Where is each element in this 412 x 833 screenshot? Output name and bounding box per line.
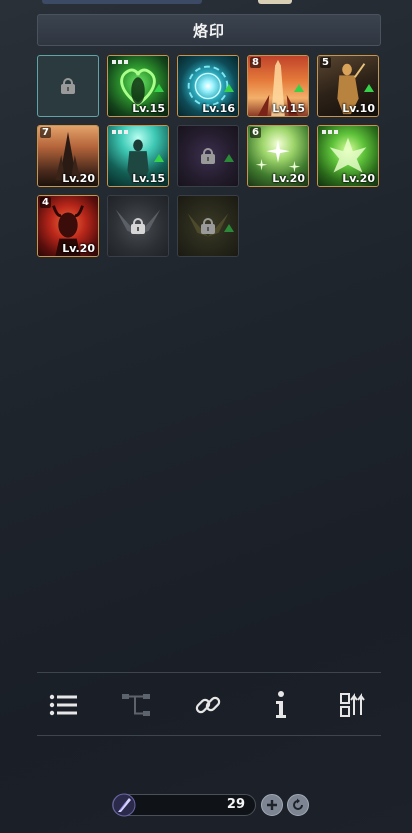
tree-button[interactable] (118, 688, 154, 722)
imprint-slot-13[interactable] (177, 195, 239, 257)
stack-count: 6 (250, 127, 261, 138)
link-button[interactable] (190, 688, 226, 722)
imprint-slot-2[interactable]: Lv.15 (107, 55, 169, 117)
slot-level: Lv.20 (62, 172, 95, 185)
sort-icon (340, 693, 365, 717)
slot-level: Lv.15 (272, 102, 305, 115)
lock-icon (201, 218, 215, 234)
upgrade-arrow-icon (364, 84, 374, 92)
imprint-slot-11[interactable]: 4 Lv.20 (37, 195, 99, 257)
imprint-slot-3[interactable]: Lv.16 (177, 55, 239, 117)
top-tab-right[interactable] (258, 0, 292, 4)
toolbar-top-divider (37, 672, 381, 673)
slot-level: Lv.10 (342, 102, 375, 115)
tree-icon (122, 694, 150, 716)
imprint-slot-12[interactable] (107, 195, 169, 257)
upgrade-arrow-icon (224, 84, 234, 92)
upgrade-arrow-icon (294, 84, 304, 92)
slot-level: Lv.15 (132, 172, 165, 185)
slot-level: Lv.20 (272, 172, 305, 185)
slot-level: Lv.16 (202, 102, 235, 115)
imprint-slot-7[interactable]: Lv.15 (107, 125, 169, 187)
bottom-toolbar (37, 682, 381, 728)
currency-bar: 29 (112, 793, 256, 817)
sort-button[interactable] (335, 688, 371, 722)
add-currency-button[interactable] (261, 794, 283, 816)
upgrade-arrow-icon (224, 224, 234, 232)
top-tab-strip (0, 0, 412, 6)
rank-pips (112, 60, 128, 64)
imprint-slot-8[interactable] (177, 125, 239, 187)
imprint-slot-9[interactable]: 6 Lv.20 (247, 125, 309, 187)
imprint-slot-5[interactable]: 5 Lv.10 (317, 55, 379, 117)
upgrade-arrow-icon (154, 154, 164, 162)
slot-level: Lv.20 (342, 172, 375, 185)
list-icon (49, 694, 77, 716)
info-button[interactable] (263, 688, 299, 722)
rank-pips (322, 130, 338, 134)
stack-count: 7 (40, 127, 51, 138)
link-icon (195, 696, 221, 714)
stack-count: 4 (40, 197, 51, 208)
list-button[interactable] (46, 688, 82, 722)
upgrade-arrow-icon (154, 84, 164, 92)
rank-pips (112, 130, 128, 134)
slot-level: Lv.15 (132, 102, 165, 115)
currency-value: 29 (226, 797, 245, 812)
feather-crystal-icon (112, 793, 136, 817)
refresh-button[interactable] (287, 794, 309, 816)
stack-count: 8 (250, 57, 261, 68)
info-icon (276, 691, 286, 718)
plus-icon (267, 800, 277, 810)
imprint-slot-4[interactable]: 8 Lv.15 (247, 55, 309, 117)
upgrade-arrow-icon (224, 154, 234, 162)
section-header: 烙印 (37, 14, 381, 46)
imprint-slot-6[interactable]: 7 Lv.20 (37, 125, 99, 187)
toolbar-bottom-divider (37, 735, 381, 736)
lock-icon (201, 148, 215, 164)
imprint-slot-1[interactable] (37, 55, 99, 117)
refresh-icon (293, 798, 303, 810)
lock-icon (131, 218, 145, 234)
section-title: 烙印 (192, 21, 225, 40)
imprint-slot-10[interactable]: Lv.20 (317, 125, 379, 187)
slot-level: Lv.20 (62, 242, 95, 255)
top-tab-left[interactable] (42, 0, 202, 4)
stack-count: 5 (320, 57, 331, 68)
lock-icon (61, 78, 75, 94)
